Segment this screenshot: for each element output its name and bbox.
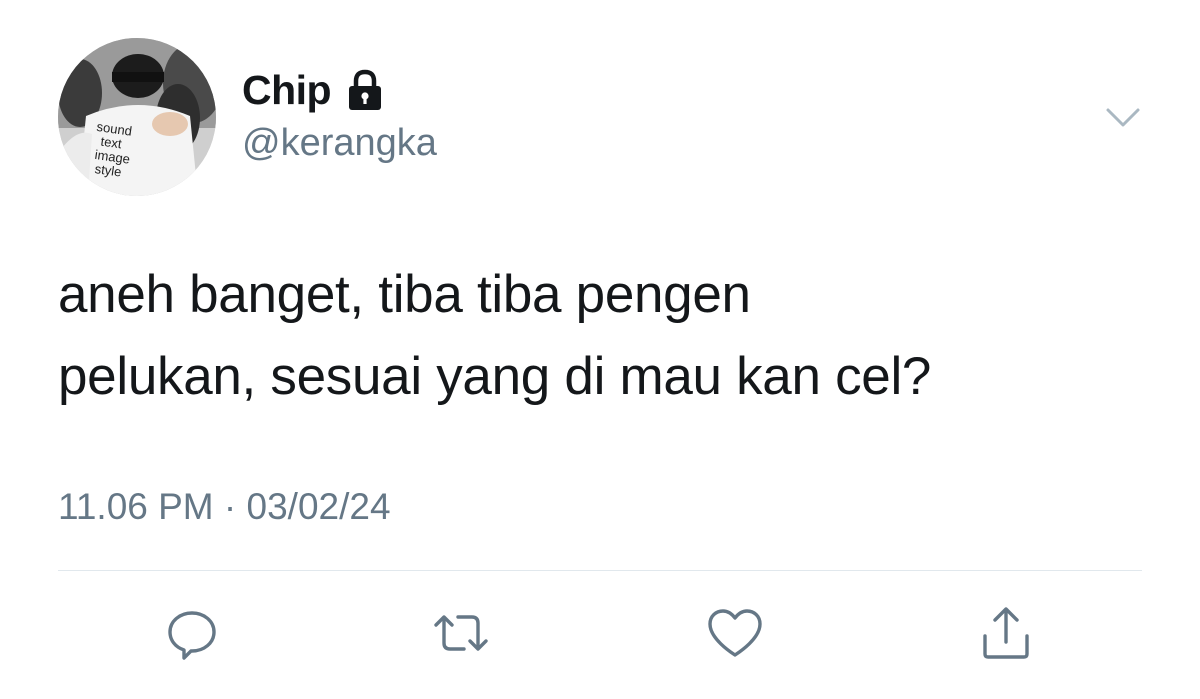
heart-icon bbox=[708, 609, 762, 657]
like-button[interactable] bbox=[706, 604, 764, 662]
user-name-row: Chip bbox=[242, 66, 385, 114]
tweet-card: sound text image style Chip @kerangka an… bbox=[0, 0, 1200, 699]
divider bbox=[58, 570, 1142, 571]
retweet-button[interactable] bbox=[432, 604, 490, 662]
share-button[interactable] bbox=[977, 604, 1035, 662]
tweet-text-line: aneh banget, tiba tiba pengen bbox=[58, 265, 751, 324]
avatar[interactable]: sound text image style bbox=[58, 38, 216, 196]
reply-icon bbox=[168, 611, 216, 660]
retweet-icon bbox=[434, 615, 488, 651]
avatar-image: sound text image style bbox=[58, 38, 216, 196]
more-options-button[interactable] bbox=[1100, 100, 1146, 136]
reply-button[interactable] bbox=[163, 604, 221, 662]
user-handle[interactable]: @kerangka bbox=[242, 122, 437, 165]
tweet-text-line: pelukan, sesuai yang di mau kan cel? bbox=[58, 347, 932, 406]
tweet-text: aneh banget, tiba tiba pengen pelukan, s… bbox=[58, 254, 1148, 418]
share-icon bbox=[983, 607, 1029, 659]
chevron-down-icon bbox=[1106, 108, 1140, 127]
tweet-timestamp[interactable]: 11.06 PM · 03/02/24 bbox=[58, 486, 391, 528]
lock-icon bbox=[345, 69, 385, 111]
display-name[interactable]: Chip bbox=[242, 67, 332, 114]
